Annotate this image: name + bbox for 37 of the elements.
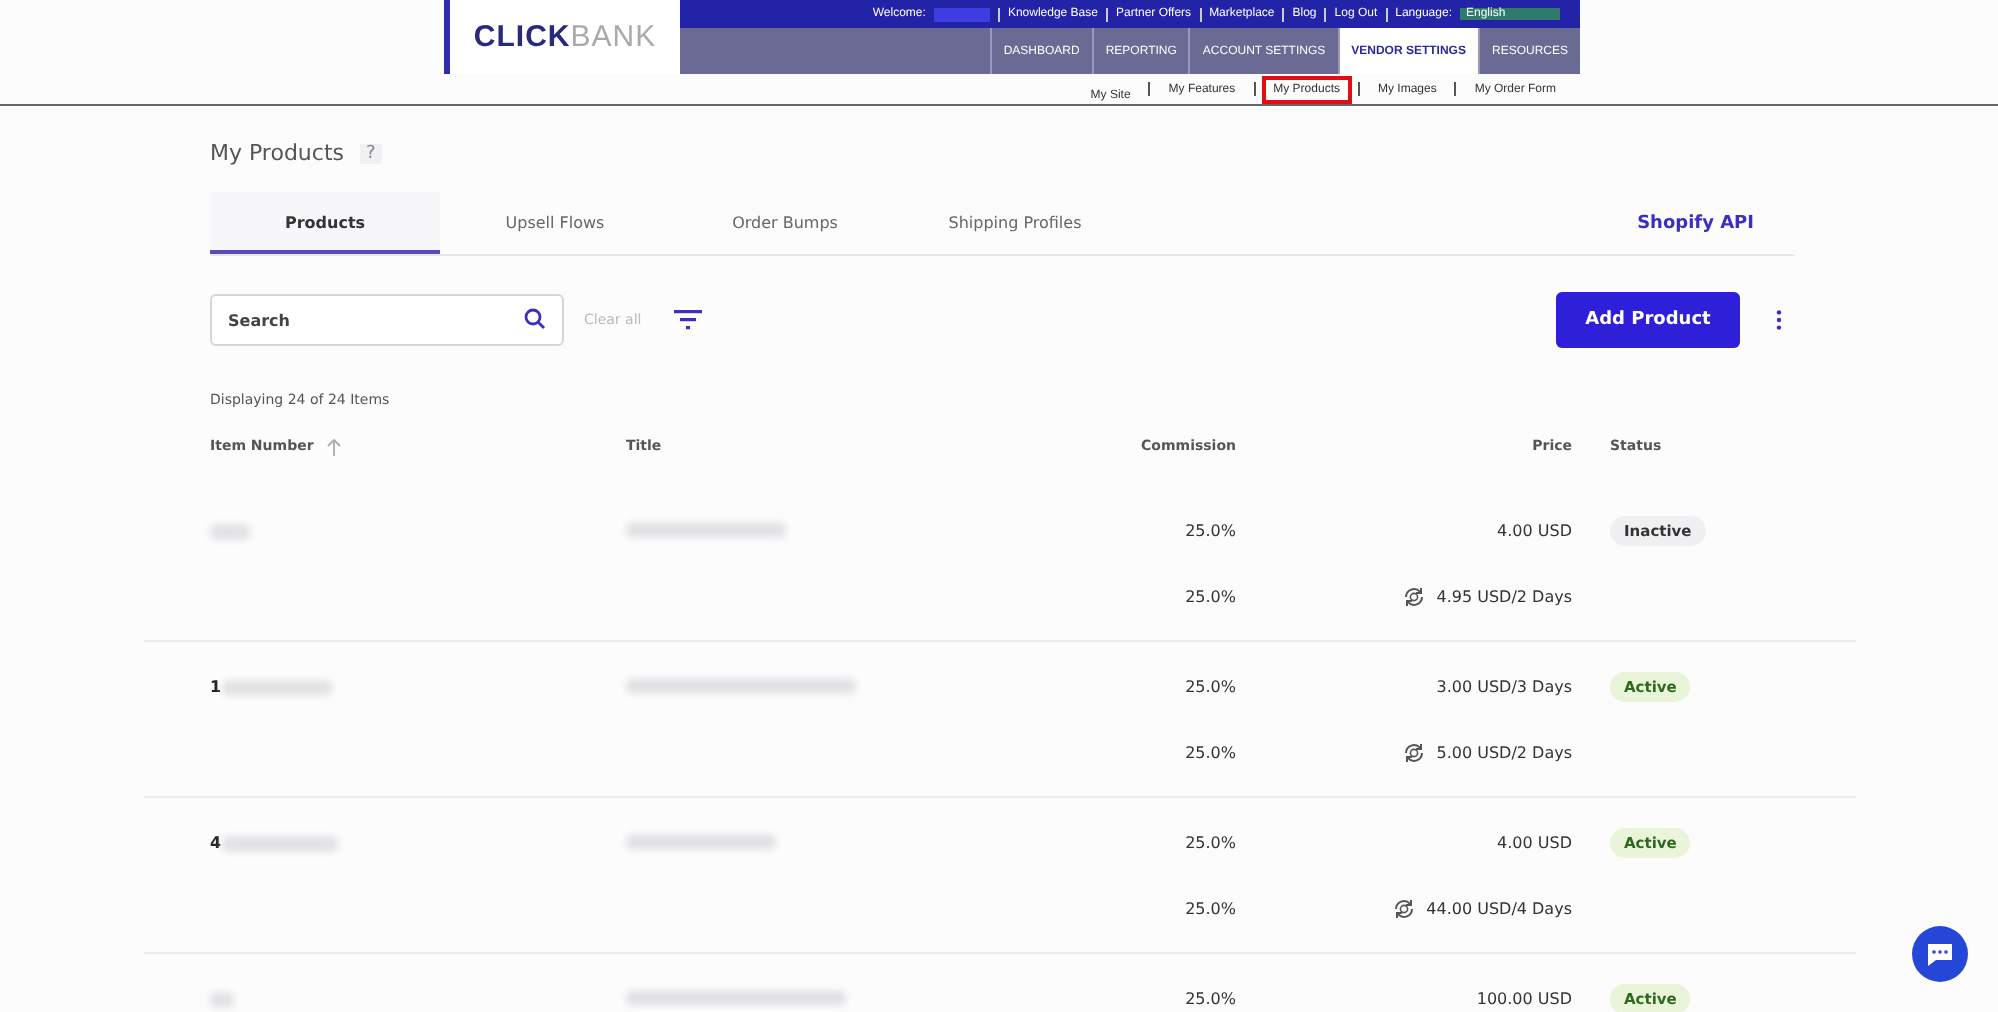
redacted-item-number [210, 523, 250, 539]
tab[interactable]: Upsell Flows [440, 192, 670, 254]
commission-cell: 25.0% [1185, 522, 1236, 540]
tab[interactable]: Shipping Profiles [900, 192, 1130, 254]
item-number: 4 [210, 834, 222, 852]
recurring-payment-icon [1402, 742, 1427, 764]
price-cell: 4.00 USD [1497, 834, 1572, 852]
commission-cell: 25.0% [1185, 678, 1236, 696]
search-icon[interactable] [524, 308, 546, 330]
item-number: 1 [210, 678, 222, 696]
chat-button[interactable] [1912, 926, 1968, 982]
chat-icon[interactable] [1926, 941, 1954, 967]
price-cell: 5.00 USD/2 Days [1436, 744, 1572, 762]
price-cell: 4.95 USD/2 Days [1436, 588, 1572, 606]
commission-cell: 25.0% [1185, 834, 1236, 852]
add-product-button[interactable]: Add Product [1556, 292, 1740, 348]
price-cell: 100.00 USD [1476, 990, 1572, 1008]
commission-cell: 25.0% [1185, 744, 1236, 762]
redacted-username [933, 7, 990, 21]
redacted-item-number [210, 991, 234, 1007]
tab[interactable]: Products [210, 192, 440, 254]
price-cell: 4.00 USD [1497, 522, 1572, 540]
commission-cell: 25.0% [1185, 588, 1236, 606]
recurring-payment-icon [1392, 898, 1417, 920]
price-cell: 44.00 USD/4 Days [1426, 900, 1572, 918]
redacted-item-number [221, 679, 332, 695]
commission-cell: 25.0% [1185, 900, 1236, 918]
shopify-api-link[interactable]: Shopify API [1637, 213, 1754, 233]
filter-icon[interactable] [673, 310, 702, 330]
page-title: My Products [210, 140, 344, 166]
redacted-item-number [221, 835, 338, 851]
price-cell: 3.00 USD/3 Days [1436, 678, 1572, 696]
search-field[interactable]: Search [210, 294, 564, 346]
recurring-payment-icon [1402, 586, 1427, 608]
tab[interactable]: Order Bumps [670, 192, 900, 254]
commission-cell: 25.0% [1185, 990, 1236, 1008]
more-options-icon[interactable] [1776, 310, 1782, 330]
